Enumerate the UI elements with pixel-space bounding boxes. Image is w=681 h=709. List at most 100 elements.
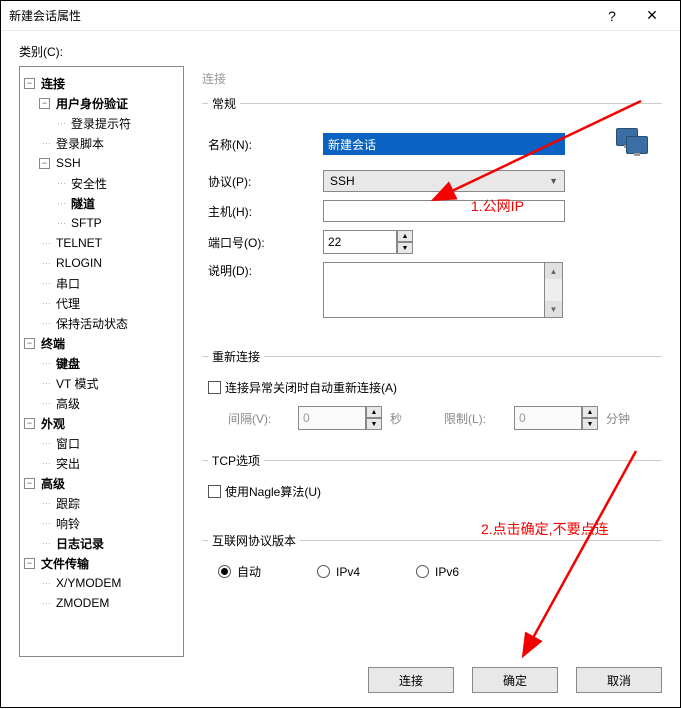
tree-item[interactable]: ⋯串口	[24, 273, 179, 293]
tree-item[interactable]: −用户身份验证	[24, 93, 179, 113]
tree-item-label: 高级	[39, 475, 67, 492]
dialog-footer: 连接 确定 取消	[19, 657, 662, 693]
tree-item-label: SFTP	[69, 216, 104, 230]
cancel-button[interactable]: 取消	[576, 667, 662, 693]
tree-item-label: TELNET	[54, 236, 104, 250]
panel-header: 连接	[202, 66, 662, 95]
tree-item[interactable]: ⋯日志记录	[24, 533, 179, 553]
tree-item[interactable]: ⋯TELNET	[24, 233, 179, 253]
tree-item-label: 高级	[54, 395, 82, 412]
tree-item[interactable]: −连接	[24, 73, 179, 93]
tree-item[interactable]: ⋯登录提示符	[24, 113, 179, 133]
connect-button[interactable]: 连接	[368, 667, 454, 693]
interval-label: 间隔(V):	[228, 410, 290, 427]
ok-button[interactable]: 确定	[472, 667, 558, 693]
tree-branch-icon: ⋯	[39, 358, 54, 369]
auto-reconnect-label: 连接异常关闭时自动重新连接(A)	[225, 379, 397, 396]
radio-label: 自动	[237, 563, 261, 580]
tree-item-label: SSH	[54, 156, 83, 170]
protocol-select[interactable]: SSH ▼	[323, 170, 565, 192]
tree-item-label: 用户身份验证	[54, 95, 130, 112]
close-button[interactable]: ✕	[632, 2, 672, 30]
ipversion-radio[interactable]: IPv6	[416, 563, 459, 580]
tree-item[interactable]: −终端	[24, 333, 179, 353]
scroll-up-icon[interactable]: ▲	[545, 263, 562, 279]
tree-item-label: ZMODEM	[54, 596, 111, 610]
tree-item[interactable]: ⋯跟踪	[24, 493, 179, 513]
tree-expand-icon[interactable]: −	[24, 418, 35, 429]
tree-branch-icon: ⋯	[39, 138, 54, 149]
tree-item-label: 代理	[54, 295, 82, 312]
tree-item[interactable]: ⋯登录脚本	[24, 133, 179, 153]
reconnect-legend: 重新连接	[208, 348, 264, 365]
tree-expand-icon[interactable]: −	[39, 158, 50, 169]
tree-item[interactable]: ⋯VT 模式	[24, 373, 179, 393]
tree-item[interactable]: ⋯突出	[24, 453, 179, 473]
category-tree[interactable]: −连接−用户身份验证⋯登录提示符⋯登录脚本−SSH⋯安全性⋯隧道⋯SFTP⋯TE…	[19, 66, 184, 657]
tree-item[interactable]: ⋯高级	[24, 393, 179, 413]
tree-item[interactable]: ⋯响铃	[24, 513, 179, 533]
tree-item[interactable]: ⋯保持活动状态	[24, 313, 179, 333]
tree-branch-icon: ⋯	[39, 498, 54, 509]
spinner-down-icon[interactable]: ▼	[397, 242, 413, 254]
name-input[interactable]	[323, 133, 565, 155]
tree-item[interactable]: ⋯代理	[24, 293, 179, 313]
general-legend: 常规	[208, 95, 240, 112]
tree-item-label: 登录提示符	[69, 115, 133, 132]
tree-item-label: 连接	[39, 75, 67, 92]
desc-textarea[interactable]	[323, 262, 545, 318]
spinner-up-icon[interactable]: ▲	[397, 230, 413, 242]
tree-item[interactable]: −高级	[24, 473, 179, 493]
tree-item[interactable]: ⋯窗口	[24, 433, 179, 453]
host-input[interactable]	[323, 200, 565, 222]
tree-item[interactable]: −文件传输	[24, 553, 179, 573]
category-label: 类别(C):	[19, 43, 662, 60]
tree-item[interactable]: ⋯ZMODEM	[24, 593, 179, 613]
tree-item-label: 跟踪	[54, 495, 82, 512]
tree-branch-icon: ⋯	[39, 238, 54, 249]
tree-item[interactable]: ⋯RLOGIN	[24, 253, 179, 273]
port-input[interactable]	[323, 230, 397, 254]
dialog-body: 类别(C): −连接−用户身份验证⋯登录提示符⋯登录脚本−SSH⋯安全性⋯隧道⋯…	[1, 31, 680, 707]
tree-item-label: 键盘	[54, 355, 82, 372]
ipversion-group: 互联网协议版本 自动 IPv4 IPv6	[202, 532, 662, 590]
help-button[interactable]: ?	[592, 2, 632, 30]
port-spinner[interactable]: ▲ ▼	[397, 230, 413, 254]
tree-item[interactable]: ⋯SFTP	[24, 213, 179, 233]
tree-expand-icon[interactable]: −	[24, 78, 35, 89]
tree-expand-icon[interactable]: −	[24, 338, 35, 349]
tree-item[interactable]: ⋯X/YMODEM	[24, 573, 179, 593]
radio-icon	[416, 565, 429, 578]
tree-item-label: 突出	[54, 455, 82, 472]
tcp-group: TCP选项 使用Nagle算法(U)	[202, 452, 662, 520]
tree-item-label: X/YMODEM	[54, 576, 123, 590]
tree-expand-icon[interactable]: −	[39, 98, 50, 109]
general-group: 常规 名称(N): 协议(P): SSH ▼	[202, 95, 662, 336]
tree-branch-icon: ⋯	[39, 298, 54, 309]
checkbox-icon	[208, 381, 221, 394]
tree-item[interactable]: −外观	[24, 413, 179, 433]
tree-branch-icon: ⋯	[39, 438, 54, 449]
tree-item[interactable]: −SSH	[24, 153, 179, 173]
properties-panel: 连接 常规 名称(N): 协议(P):	[202, 66, 662, 657]
tree-item-label: 保持活动状态	[54, 315, 130, 332]
interval-input	[298, 406, 366, 430]
nagle-checkbox[interactable]: 使用Nagle算法(U)	[208, 483, 656, 500]
auto-reconnect-checkbox[interactable]: 连接异常关闭时自动重新连接(A)	[208, 379, 656, 396]
desc-scrollbar[interactable]: ▲ ▼	[545, 262, 563, 318]
tree-item[interactable]: ⋯隧道	[24, 193, 179, 213]
radio-label: IPv4	[336, 565, 360, 579]
nagle-label: 使用Nagle算法(U)	[225, 483, 321, 500]
ipversion-radio[interactable]: 自动	[218, 563, 261, 580]
limit-unit: 分钟	[606, 410, 630, 427]
tree-branch-icon: ⋯	[39, 318, 54, 329]
tree-item-label: 登录脚本	[54, 135, 106, 152]
ipversion-radio[interactable]: IPv4	[317, 563, 360, 580]
scroll-down-icon[interactable]: ▼	[545, 301, 562, 317]
tree-item[interactable]: ⋯键盘	[24, 353, 179, 373]
tree-expand-icon[interactable]: −	[24, 558, 35, 569]
tree-item[interactable]: ⋯安全性	[24, 173, 179, 193]
tree-expand-icon[interactable]: −	[24, 478, 35, 489]
tree-item-label: 窗口	[54, 435, 82, 452]
ipversion-legend: 互联网协议版本	[208, 532, 300, 549]
